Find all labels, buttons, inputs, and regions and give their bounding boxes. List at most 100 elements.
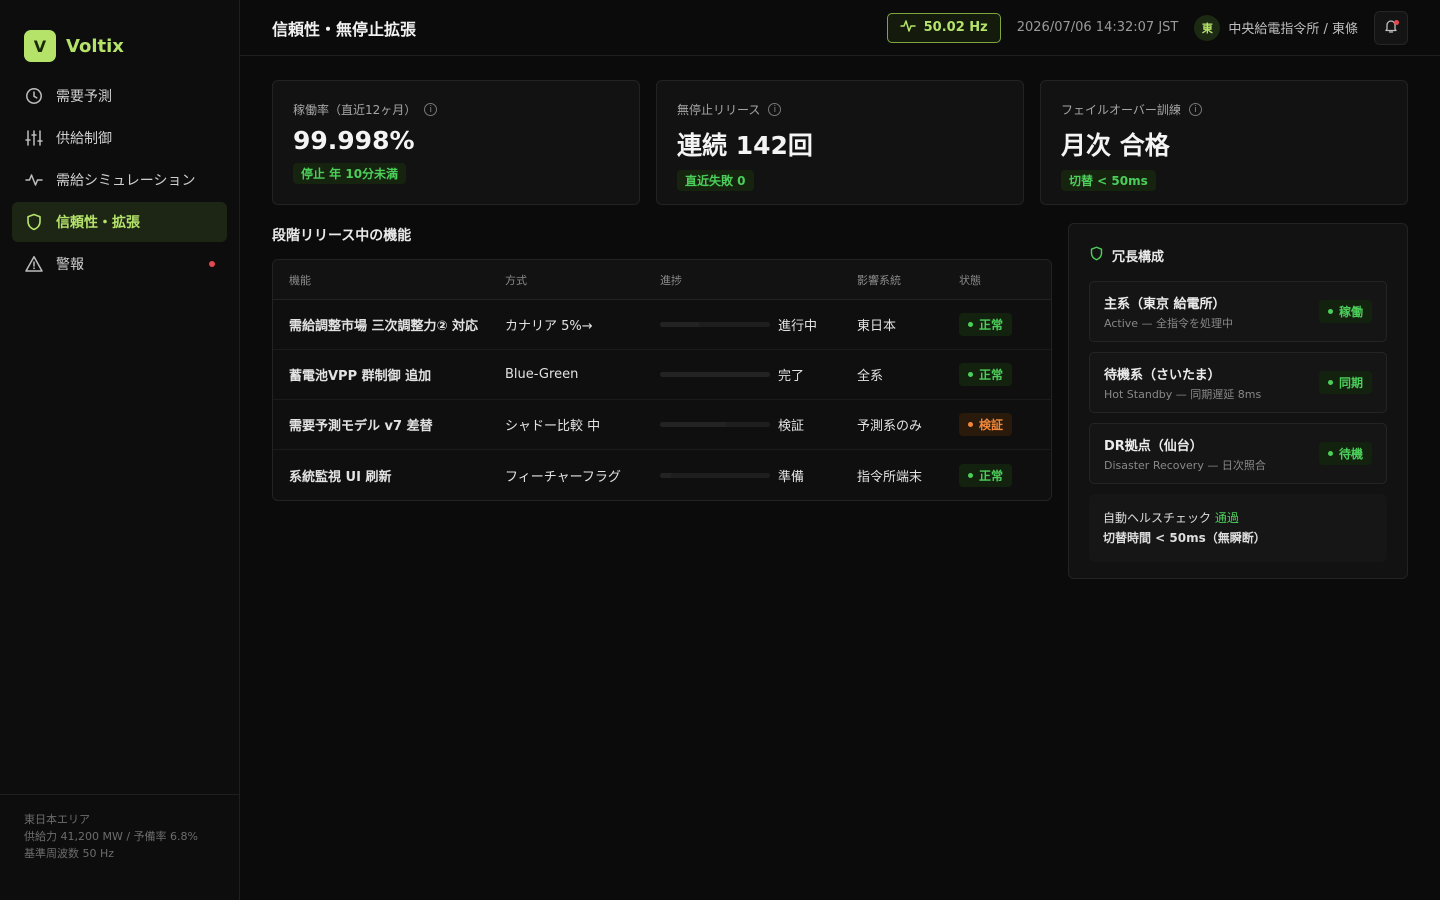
progress-bar [660,322,770,327]
sidebar-footer: 東日本エリア 供給力 41,200 MW / 予備率 6.8% 基準周波数 50… [0,794,239,900]
status-badge: 正常 [959,363,1013,386]
kpi-zero-downtime-release: 無停止リリース i 連続 142回 直近失敗 0 [656,80,1024,205]
info-icon[interactable]: i [768,103,782,116]
node-sub: Hot Standby — 同期遅延 8ms [1104,387,1262,401]
health-label: 自動ヘルスチェック [1103,511,1212,525]
site-user[interactable]: 東 中央給電指令所 / 東條 [1194,14,1358,41]
sliders-icon [24,128,44,148]
panel-title: 冗長構成 [1112,250,1165,265]
info-icon[interactable]: i [1188,103,1202,116]
kpi-value: 99.998% [293,126,415,155]
footer-supply: 供給力 41,200 MW / 予備率 6.8% [24,830,198,843]
kpi-badge: 停止 年 10分未満 [293,163,407,184]
sidebar-item-alerts[interactable]: 警報 [12,244,227,284]
kpi-badge: 切替 < 50ms [1061,170,1156,191]
release-table: 機能 方式 進捗 影響系統 状態 需給調整市場 三次調整力② 対応 カナリア 5%… [272,259,1052,501]
status-badge: 正常 [959,313,1013,336]
column-header: 機能 [289,273,311,287]
health-check-summary: 自動ヘルスチェック 通過 切替時間 < 50ms（無瞬断） [1089,494,1387,562]
info-icon[interactable]: i [424,103,438,116]
column-header: 方式 [505,273,527,287]
shield-icon [1089,246,1104,265]
column-header: 影響系統 [857,273,901,287]
sidebar-item-label: 需要予測 [56,89,112,105]
section-title: 段階リリース中の機能 [272,228,412,244]
node-sub: Disaster Recovery — 日次照合 [1104,458,1266,472]
release-section: 段階リリース中の機能 機能 方式 進捗 影響系統 状態 需給調整市場 三次調整力… [272,223,1052,579]
progress-bar [660,372,770,377]
warning-icon [24,254,44,274]
status-badge: 待機 [1318,442,1372,465]
progress-label: 進行中 [778,319,818,334]
status-badge: 稼働 [1318,300,1372,323]
notification-dot [1394,19,1399,25]
switch-time: 切替時間 < 50ms（無瞬断） [1103,531,1266,545]
frequency-indicator[interactable]: 50.02 Hz [886,12,1001,43]
table-row[interactable]: 蓄電池VPP 群制御 追加 Blue-Green 完了 全系 正常 [273,350,1051,400]
node-primary[interactable]: 主系（東京 給電所） Active — 全指令を処理中 稼働 [1089,281,1387,342]
node-standby[interactable]: 待機系（さいたま） Hot Standby — 同期遅延 8ms 同期 [1089,352,1387,413]
health-status: 通過 [1214,511,1239,525]
sidebar-item-simulation[interactable]: 需給シミュレーション [12,160,227,200]
progress-cell: 検証 [660,415,857,434]
footer-area: 東日本エリア [24,813,90,826]
frequency-value: 50.02 Hz [923,20,988,35]
node-sub: Active — 全指令を処理中 [1104,316,1234,330]
topbar: 信頼性・無停止拡張 50.02 Hz 2026/07/06 14:32:07 J… [240,0,1440,56]
sidebar-item-reliability[interactable]: 信頼性・拡張 [12,202,227,242]
table-row[interactable]: 系統監視 UI 刷新 フィーチャーフラグ 準備 指令所端末 正常 [273,450,1051,500]
lower-section: 段階リリース中の機能 機能 方式 進捗 影響系統 状態 需給調整市場 三次調整力… [272,223,1408,579]
main: 信頼性・無停止拡張 50.02 Hz 2026/07/06 14:32:07 J… [240,0,1440,900]
kpi-value: 月次 合格 [1061,131,1170,160]
redundancy-panel: 冗長構成 主系（東京 給電所） Active — 全指令を処理中 稼働 待機系（… [1068,223,1408,579]
column-header: 状態 [959,273,981,287]
sidebar-item-demand-forecast[interactable]: 需要予測 [12,76,227,116]
feature-name: 需給調整市場 三次調整力② 対応 [289,319,479,334]
progress-bar [660,472,770,478]
progress-cell: 進行中 [660,315,857,334]
kpi-uptime: 稼働率（直近12ヶ月） i 99.998% 停止 年 10分未満 [272,80,640,205]
table-row[interactable]: 需給調整市場 三次調整力② 対応 カナリア 5%→ 進行中 東日本 正常 [273,300,1051,350]
brand[interactable]: V Voltix [0,0,239,72]
kpi-value: 連続 142回 [677,131,813,160]
table-header: 機能 方式 進捗 影響系統 状態 [273,260,1051,300]
topbar-right: 50.02 Hz 2026/07/06 14:32:07 JST 東 中央給電指… [886,10,1408,45]
status-badge: 正常 [959,463,1013,487]
kpi-label: 稼働率（直近12ヶ月） [293,103,417,117]
sidebar-item-supply-control[interactable]: 供給制御 [12,118,227,158]
node-name: 主系（東京 給電所） [1104,296,1226,312]
kpi-label: 無停止リリース [677,103,761,117]
brand-logo: V [24,30,56,62]
sidebar-item-label: 需給シミュレーション [56,173,196,189]
table-row[interactable]: 需要予測モデル v7 差替 シャドー比較 中 検証 予測系のみ 検証 [273,400,1051,450]
impact-scope: 全系 [857,369,884,384]
impact-scope: 指令所端末 [857,469,923,485]
release-method: カナリア 5%→ [505,319,593,334]
feature-name: 蓄電池VPP 群制御 追加 [289,369,432,384]
progress-label: 準備 [778,469,805,485]
kpi-label: フェイルオーバー訓練 [1061,103,1181,117]
node-dr[interactable]: DR拠点（仙台） Disaster Recovery — 日次照合 待機 [1089,423,1387,484]
clock-icon [24,86,44,106]
sidebar-item-label: 警報 [56,257,84,273]
page-title: 信頼性・無停止拡張 [272,19,417,39]
feature-name: 系統監視 UI 刷新 [289,469,392,485]
footer-frequency: 基準周波数 50 Hz [24,847,115,860]
status-badge: 検証 [959,413,1013,436]
pulse-icon [899,19,916,37]
feature-name: 需要予測モデル v7 差替 [289,419,433,434]
timestamp: 2026/07/06 14:32:07 JST [1016,20,1179,35]
release-method: Blue-Green [505,367,579,382]
pulse-icon [24,170,44,190]
notification-button[interactable] [1374,10,1408,45]
kpi-row: 稼働率（直近12ヶ月） i 99.998% 停止 年 10分未満 無停止リリース… [272,80,1408,205]
sidebar-item-label: 供給制御 [56,131,112,147]
progress-bar [660,422,770,427]
kpi-badge: 直近失敗 0 [677,170,754,191]
site-name: 中央給電指令所 / 東條 [1228,22,1358,37]
release-method: シャドー比較 中 [505,419,601,434]
impact-scope: 東日本 [857,319,897,334]
status-badge: 同期 [1318,371,1372,394]
brand-name: Voltix [66,35,124,57]
progress-label: 完了 [778,369,805,384]
